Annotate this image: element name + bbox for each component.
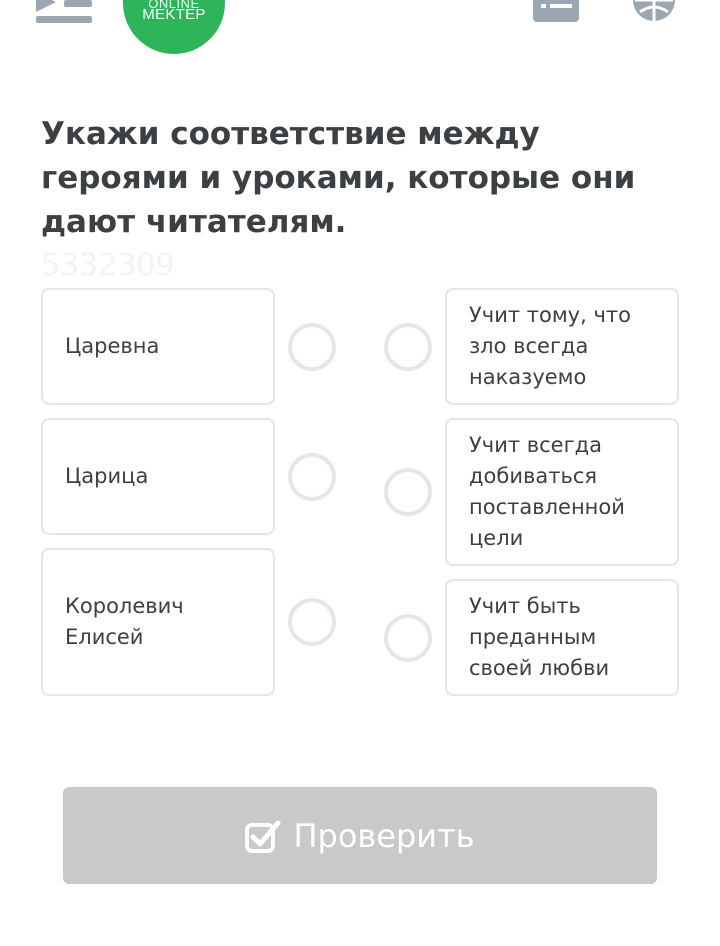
left-connector-3[interactable] <box>288 598 336 646</box>
left-item-label: Царица <box>65 464 149 488</box>
right-connector-1[interactable] <box>384 323 432 371</box>
left-item-korolevich[interactable]: Королевич Елисей <box>41 548 275 696</box>
left-connector-2[interactable] <box>288 453 336 501</box>
globe-icon[interactable] <box>632 0 676 24</box>
left-item-tsarevna[interactable]: Царевна <box>41 288 275 405</box>
right-item-evil-punished[interactable]: Учит тому, что зло всегда наказуемо <box>445 288 679 405</box>
right-item-label: Учит тому, что зло всегда наказуемо <box>469 303 631 389</box>
left-item-label: Царевна <box>65 334 160 358</box>
check-button[interactable]: Проверить <box>63 787 657 884</box>
right-item-devoted-love[interactable]: Учит быть преданным своей любви <box>445 579 679 696</box>
logo-text-line2: MEKTEP <box>142 6 206 23</box>
checkbox-check-icon <box>245 820 281 853</box>
right-item-label: Учит всегда добиваться поставленной цели <box>469 433 625 550</box>
check-button-label: Проверить <box>293 816 475 855</box>
list-icon[interactable] <box>533 0 579 22</box>
menu-icon[interactable] <box>34 0 92 32</box>
right-connector-2[interactable] <box>384 468 432 516</box>
top-bar: ONLINE MEKTEP <box>0 0 720 60</box>
online-mektep-logo[interactable]: ONLINE MEKTEP <box>123 0 225 54</box>
question-title: Укажи соответствие между героями и урока… <box>41 116 636 240</box>
right-connector-3[interactable] <box>384 614 432 662</box>
left-item-label: Королевич Елисей <box>65 594 184 649</box>
watermark-id: 5332309 <box>41 248 175 283</box>
right-item-achieve-goal[interactable]: Учит всегда добиваться поставленной цели <box>445 418 679 566</box>
right-item-label: Учит быть преданным своей любви <box>469 594 610 680</box>
left-item-tsaritsa[interactable]: Царица <box>41 418 275 535</box>
left-connector-1[interactable] <box>288 323 336 371</box>
